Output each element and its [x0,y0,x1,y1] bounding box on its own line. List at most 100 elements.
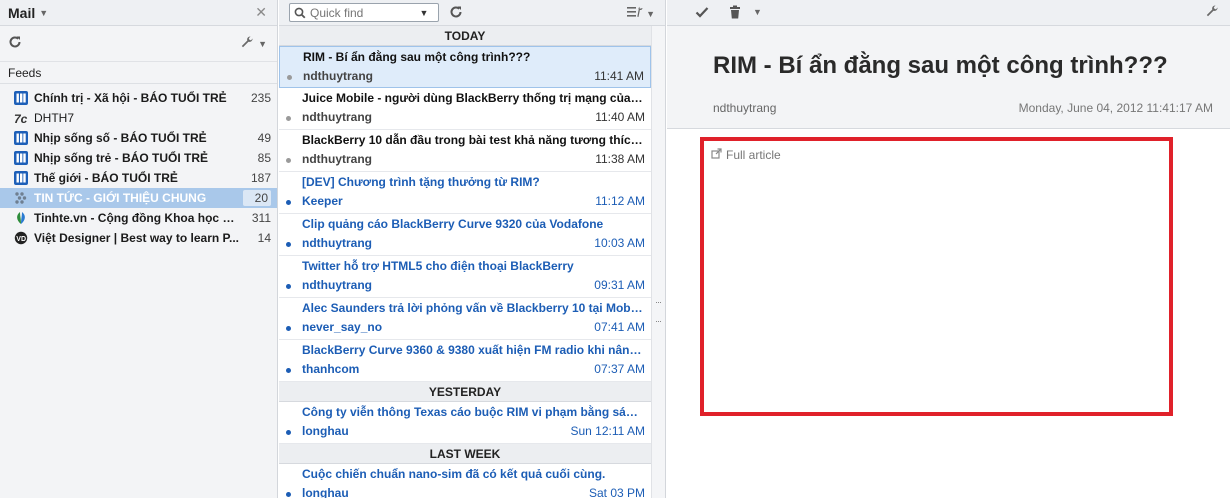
tuoitre-icon [14,151,28,165]
date-group-header: YESTERDAY [279,382,651,402]
read-status-dot[interactable] [286,242,291,247]
wrench-icon[interactable] [1205,4,1219,21]
feed-name: Việt Designer | Best way to learn P... [34,231,239,245]
chevron-down-icon: ▼ [258,38,267,49]
message-subject: Twitter hỗ trợ HTML5 cho điện thoại Blac… [302,259,574,273]
feed-item[interactable]: VD Việt Designer | Best way to learn P...… [0,228,277,248]
message-row[interactable]: BlackBerry Curve 9360 & 9380 xuất hiện F… [279,340,651,382]
mail-menu-button[interactable]: Mail ▼ [8,5,48,21]
refresh-icon[interactable] [449,5,463,22]
message-time: Sun 12:11 AM [570,424,646,438]
message-sender: thanhcom [302,362,360,376]
feed-name: DHTH7 [34,111,75,125]
7c-icon: 7c [14,111,28,125]
tuoitre-icon [14,131,28,145]
refresh-icon[interactable] [8,35,22,53]
message-sender: ndthuytrang [302,152,372,166]
message-body: Full article [667,129,1230,498]
trash-icon[interactable] [727,4,743,23]
message-row[interactable]: Twitter hỗ trợ HTML5 cho điện thoại Blac… [279,256,651,298]
feed-unread-count: 311 [251,211,271,225]
read-status-dot[interactable] [286,492,291,497]
feed-name: Chính trị - Xã hội - BÁO TUỔI TRẺ [34,91,227,105]
feed-item[interactable]: TIN TỨC - GIỚI THIỆU CHUNG 20 [0,188,277,208]
message-subject: RIM - Bí ẩn đằng sau một công trình??? [303,50,531,64]
feed-unread-count: 20 [243,190,271,206]
feed-unread-count: 49 [257,131,271,145]
message-subject: Công ty viễn thông Texas cáo buộc RIM vi… [302,405,645,419]
feed-unread-count: 14 [257,231,271,245]
message-subject: Clip quảng cáo BlackBerry Curve 9320 của… [302,217,604,231]
feed-item[interactable]: Thế giới - BÁO TUỔI TRẺ 187 [0,168,277,188]
read-status-dot[interactable] [286,430,291,435]
svg-text:7c: 7c [14,112,28,125]
message-time: 11:12 AM [595,194,645,208]
full-article-label: Full article [726,148,781,162]
read-status-dot[interactable] [286,284,291,289]
scrollbar-grip[interactable] [656,302,661,322]
message-subject: Juice Mobile - người dùng BlackBerry thố… [302,91,645,105]
message-row[interactable]: BlackBerry 10 dẫn đầu trong bài test khả… [279,130,651,172]
feeds-section-label: Feeds [0,62,277,84]
message-row[interactable]: RIM - Bí ẩn đằng sau một công trình??? nd… [279,46,651,88]
feed-item[interactable]: Chính trị - Xã hội - BÁO TUỔI TRẺ 235 [0,88,277,108]
feed-name: TIN TỨC - GIỚI THIỆU CHUNG [34,191,207,205]
message-title[interactable]: RIM - Bí ẩn đằng sau một công trình??? [713,52,1168,80]
message-row[interactable]: Juice Mobile - người dùng BlackBerry thố… [279,88,651,130]
message-sender: ndthuytrang [302,110,372,124]
tinhte-icon [14,211,28,225]
feed-item[interactable]: Nhịp sống trẻ - BÁO TUỔI TRẺ 85 [0,148,277,168]
feed-item[interactable]: 7c DHTH7 [0,108,277,128]
feed-unread-count: 187 [250,171,271,185]
feed-item[interactable]: Nhịp sống số - BÁO TUỔI TRẺ 49 [0,128,277,148]
wrench-icon [240,35,254,52]
message-row[interactable]: Clip quảng cáo BlackBerry Curve 9320 của… [279,214,651,256]
read-status-dot[interactable] [286,158,291,163]
message-list: TODAY RIM - Bí ẩn đằng sau một công trình… [279,26,665,498]
view-options-button[interactable]: ▼ [626,5,655,22]
folder-settings-button[interactable]: ▼ [240,35,267,52]
read-status-dot[interactable] [286,368,291,373]
message-subject: Alec Saunders trả lời phỏng vấn về Black… [302,301,645,315]
folder-toolbar: ▼ [0,26,277,62]
message-time: 07:41 AM [594,320,645,334]
message-row[interactable]: Cuộc chiến chuẩn nano-sim đã có kết quả … [279,464,651,498]
message-time: 07:37 AM [594,362,645,376]
feed-name: Thế giới - BÁO TUỔI TRẺ [34,171,178,185]
message-author: ndthuytrang [713,101,777,115]
message-list-scrollbar[interactable] [651,26,665,498]
read-status-dot[interactable] [286,116,291,121]
message-time: 11:40 AM [595,110,645,124]
close-icon[interactable]: ✕ [255,4,267,21]
check-icon[interactable] [694,4,710,23]
chevron-down-icon[interactable]: ▼ [414,8,434,18]
message-sender: ndthuytrang [303,69,373,83]
feed-unread-count: 235 [250,91,271,105]
message-sender: Keeper [302,194,343,208]
feed-name: Nhịp sống trẻ - BÁO TUỔI TRẺ [34,151,208,165]
chevron-down-icon[interactable]: ▼ [753,7,762,17]
message-row[interactable]: [DEV] Chương trình tặng thưởng từ RIM? Ke… [279,172,651,214]
feed-item[interactable]: Tinhte.vn - Cộng đồng Khoa học & ... 311 [0,208,277,228]
message-row[interactable]: Công ty viễn thông Texas cáo buộc RIM vi… [279,402,651,444]
read-status-dot[interactable] [286,326,291,331]
message-sender: longhau [302,486,349,498]
quick-find-input[interactable] [310,5,414,20]
blackberry-icon [14,191,28,205]
vietdesigner-icon: VD [14,231,28,245]
message-header: RIM - Bí ẩn đằng sau một công trình??? n… [667,26,1230,129]
highlight-box [700,137,1173,416]
svg-text:VD: VD [16,236,26,243]
search-icon [290,7,310,19]
message-time: 11:38 AM [595,152,645,166]
tuoitre-icon [14,171,28,185]
read-status-dot[interactable] [286,200,291,205]
message-sender: never_say_no [302,320,383,334]
folder-pane-header: Mail ▼ ✕ [0,0,277,26]
message-sender: longhau [302,424,349,438]
quick-find-box[interactable]: ▼ [289,3,439,22]
message-row[interactable]: Alec Saunders trả lời phỏng vấn về Black… [279,298,651,340]
full-article-link[interactable]: Full article [711,148,781,162]
read-status-dot[interactable] [287,75,292,80]
message-subject: BlackBerry Curve 9360 & 9380 xuất hiện F… [302,343,645,357]
